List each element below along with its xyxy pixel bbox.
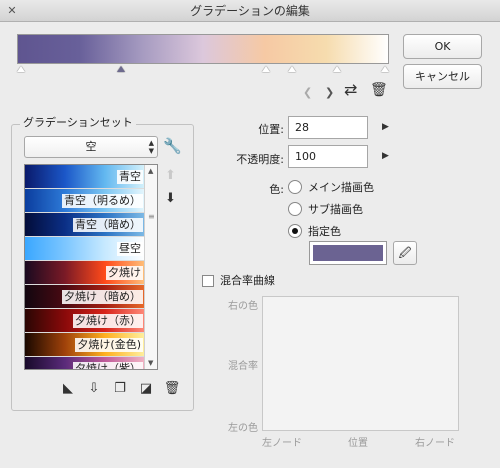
gradient-list-item-label: 夕焼け — [106, 266, 143, 280]
previous-node-icon[interactable]: ❮ — [303, 86, 312, 99]
gradient-list-rows: 青空青空（明るめ） 青空（暗め） 昼空夕焼け夕焼け（暗め） 夕焼け（赤） 夕焼け(金色)… — [25, 165, 157, 369]
gradient-list-item[interactable]: 夕焼け — [25, 261, 145, 285]
gradient-list-item[interactable]: 青空 — [25, 165, 145, 189]
gradient-preview-strip[interactable] — [17, 34, 389, 64]
gradient-node-67[interactable] — [262, 66, 270, 72]
radio-specified-color-button[interactable] — [288, 224, 302, 238]
gradient-node-100[interactable] — [381, 66, 389, 72]
radio-sub-color-button[interactable] — [288, 202, 302, 216]
curve-x-mid-label: 位置 — [348, 438, 368, 449]
reverse-gradient-icon[interactable]: ⇄ — [344, 82, 357, 98]
gradient-list-item-label: 青空 — [117, 170, 143, 184]
gradient-node-28[interactable] — [117, 66, 125, 72]
color-swatch-fill — [313, 245, 383, 261]
gradient-list-item-label: 夕焼け(金色) — [75, 338, 143, 352]
window-title: グラデーションの編集 — [190, 4, 310, 18]
radio-sub-color-label: サブ描画色 — [308, 203, 363, 216]
curve-x-right-label: 右ノード — [415, 438, 455, 449]
next-node-icon[interactable]: ❯ — [325, 86, 334, 99]
wrench-settings-icon[interactable]: 🔧 — [163, 138, 182, 154]
ok-button[interactable]: OK — [403, 34, 482, 59]
import-icon[interactable]: ◣ — [58, 381, 78, 396]
gradient-list-item-label: 夕焼け（暗め） — [62, 290, 143, 304]
curve-checkbox-row[interactable]: 混合率曲線 — [202, 272, 275, 288]
gradient-list[interactable]: 青空青空（明るめ） 青空（暗め） 昼空夕焼け夕焼け（暗め） 夕焼け（赤） 夕焼け(金色)… — [24, 164, 158, 370]
gradient-list-item[interactable]: 夕焼け（紫） — [25, 357, 145, 369]
gradient-list-item[interactable]: 夕焼け（暗め） — [25, 285, 145, 309]
gradient-list-item[interactable]: 昼空 — [25, 237, 145, 261]
position-stepper-icon[interactable]: ▶ — [382, 122, 389, 132]
radio-specified-color[interactable]: 指定色 — [288, 223, 341, 239]
position-input[interactable]: 28 — [288, 116, 368, 139]
gradient-node-86[interactable] — [333, 66, 341, 72]
curve-y-bottom-label: 左の色 — [228, 423, 258, 434]
gradient-list-item-label: 青空（暗め） — [73, 218, 143, 232]
gradient-list-item[interactable]: 青空（暗め） — [25, 213, 145, 237]
gradient-list-item-label: 青空（明るめ） — [62, 194, 143, 208]
gradient-list-item[interactable]: 夕焼け(金色) — [25, 333, 145, 357]
delete-node-icon[interactable]: 🗑 — [370, 82, 388, 98]
gradient-set-title: グラデーションセット — [20, 114, 136, 130]
specified-color-swatch[interactable] — [309, 241, 387, 265]
gradient-list-item-label: 夕焼け（赤） — [73, 314, 143, 328]
gradient-set-select[interactable]: 空 ▲ ▼ — [24, 136, 158, 158]
gradient-list-item-label: 昼空 — [117, 242, 143, 256]
blend-curve-area[interactable] — [262, 296, 459, 431]
cancel-button[interactable]: キャンセル — [403, 64, 482, 89]
gradient-set-toolbar: ◣ ⇩ ❐ ◪ 🗑 — [58, 381, 188, 396]
color-label: 色: — [269, 183, 284, 196]
move-up-icon[interactable]: ⬆ — [165, 168, 176, 183]
curve-x-left-label: 左ノード — [262, 438, 302, 449]
duplicate-icon[interactable]: ❐ — [110, 381, 130, 396]
gradient-set-selected: 空 — [85, 140, 97, 153]
scroll-up-icon[interactable]: ▲ — [148, 167, 153, 175]
scroll-down-icon[interactable]: ▼ — [148, 359, 153, 367]
scroll-grip-icon[interactable]: ≡ — [148, 213, 155, 221]
delete-gradient-icon[interactable]: 🗑 — [162, 381, 182, 396]
radio-main-color-label: メイン描画色 — [308, 181, 374, 194]
opacity-stepper-icon[interactable]: ▶ — [382, 151, 389, 161]
title-bar: ✕ グラデーションの編集 — [0, 0, 500, 22]
radio-specified-color-label: 指定色 — [308, 225, 341, 238]
position-label: 位置: — [258, 123, 284, 136]
gradient-list-item-label: 夕焼け（紫） — [73, 362, 143, 369]
radio-main-color-button[interactable] — [288, 180, 302, 194]
move-down-icon[interactable]: ⬇ — [165, 191, 176, 206]
gradient-node-track[interactable] — [17, 64, 389, 74]
export-icon[interactable]: ⇩ — [84, 381, 104, 396]
curve-checkbox-label: 混合率曲線 — [220, 274, 275, 287]
gradient-list-item[interactable]: 青空（明るめ） — [25, 189, 145, 213]
opacity-input[interactable]: 100 — [288, 145, 368, 168]
opacity-label: 不透明度: — [236, 153, 284, 166]
curve-y-top-label: 右の色 — [228, 301, 258, 312]
gradient-node-74[interactable] — [288, 66, 296, 72]
gradient-node-0[interactable] — [17, 66, 25, 72]
curve-checkbox[interactable] — [202, 275, 214, 287]
list-scrollbar[interactable]: ▲ ≡ ▼ — [144, 165, 157, 369]
curve-y-mid-label: 混合率 — [228, 361, 258, 372]
radio-main-color[interactable]: メイン描画色 — [288, 179, 374, 195]
add-gradient-icon[interactable]: ◪ — [136, 381, 156, 396]
eyedropper-icon[interactable]: 🖉 — [393, 241, 417, 265]
close-icon[interactable]: ✕ — [6, 5, 18, 17]
select-arrows-icon: ▲ ▼ — [148, 139, 154, 155]
radio-sub-color[interactable]: サブ描画色 — [288, 201, 363, 217]
gradient-list-item[interactable]: 夕焼け（赤） — [25, 309, 145, 333]
